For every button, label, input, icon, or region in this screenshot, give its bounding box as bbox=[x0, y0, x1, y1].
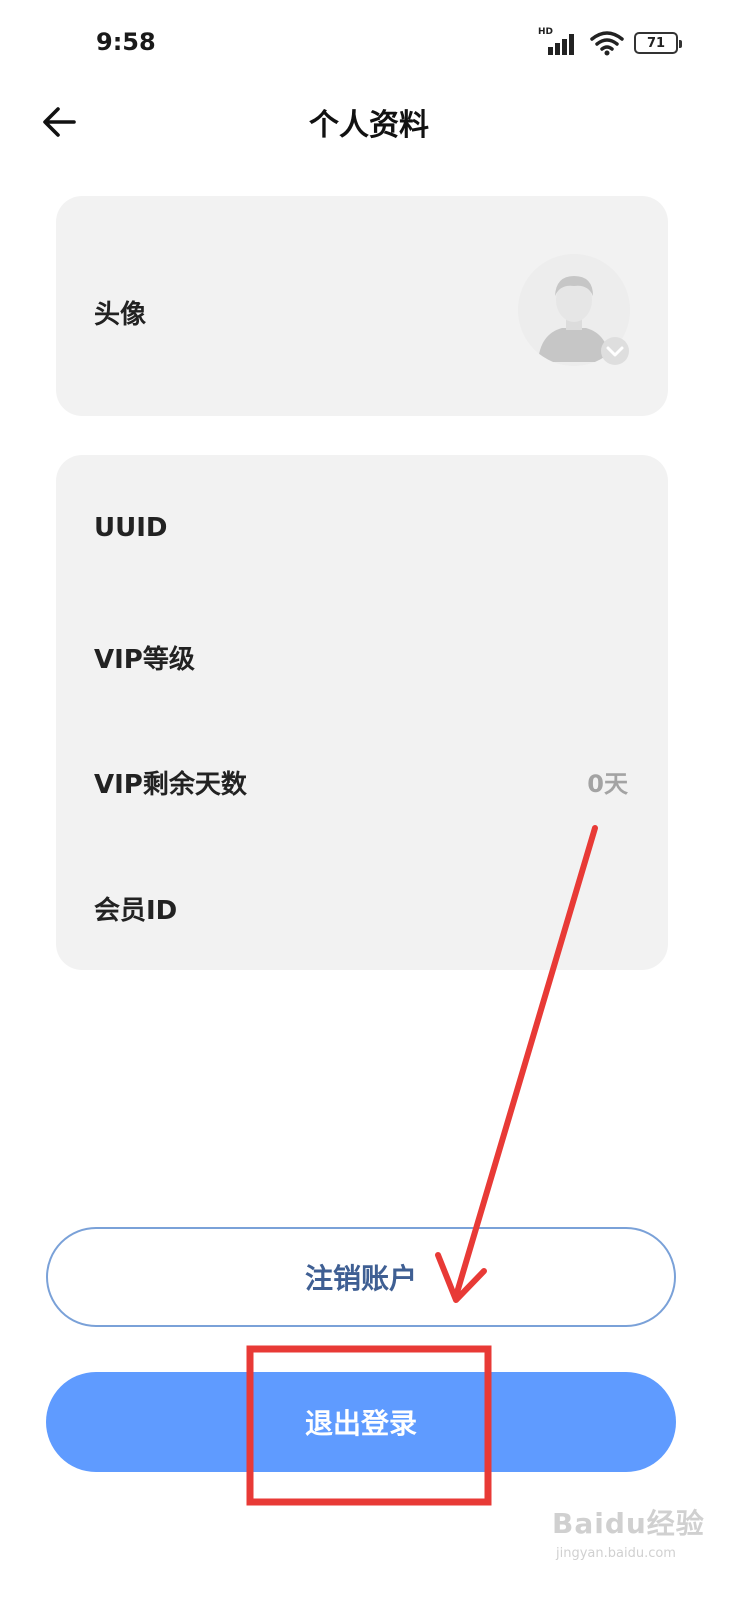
member-id-label: 会员ID bbox=[94, 896, 178, 926]
vip-level-row[interactable]: VIP等级 bbox=[56, 581, 668, 707]
status-bar: 9:58 HD 71 bbox=[0, 0, 738, 90]
avatar-row[interactable]: 头像 bbox=[56, 196, 668, 416]
status-icons: HD 71 bbox=[538, 27, 682, 56]
battery-icon: 71 bbox=[634, 32, 682, 54]
page-title: 个人资料 bbox=[309, 108, 429, 143]
battery-level: 71 bbox=[646, 35, 666, 51]
status-time: 9:58 bbox=[96, 28, 156, 56]
vip-days-value: 0天 bbox=[587, 770, 628, 798]
uuid-label: UUID bbox=[94, 513, 168, 543]
avatar-label: 头像 bbox=[94, 300, 147, 330]
cancel-account-button[interactable]: 注销账户 bbox=[46, 1227, 676, 1327]
network-type-label: HD bbox=[538, 27, 554, 37]
uuid-row[interactable]: UUID bbox=[56, 455, 668, 581]
top-bar: 个人资料 bbox=[0, 90, 738, 150]
wifi-icon bbox=[590, 31, 624, 56]
profile-info-card: UUID VIP等级 VIP剩余天数 0天 会员ID bbox=[56, 455, 668, 970]
chevron-down-icon bbox=[601, 337, 629, 365]
watermark: Baidu经验 bbox=[552, 1507, 705, 1540]
logout-button[interactable]: 退出登录 bbox=[46, 1372, 676, 1472]
vip-level-label: VIP等级 bbox=[94, 645, 195, 675]
member-id-row[interactable]: 会员ID bbox=[56, 832, 668, 958]
watermark-url: jingyan.baidu.com bbox=[556, 1546, 676, 1561]
vip-days-row[interactable]: VIP剩余天数 0天 bbox=[56, 706, 668, 832]
vip-days-label: VIP剩余天数 bbox=[94, 770, 247, 800]
signal-icon: HD bbox=[538, 27, 580, 55]
